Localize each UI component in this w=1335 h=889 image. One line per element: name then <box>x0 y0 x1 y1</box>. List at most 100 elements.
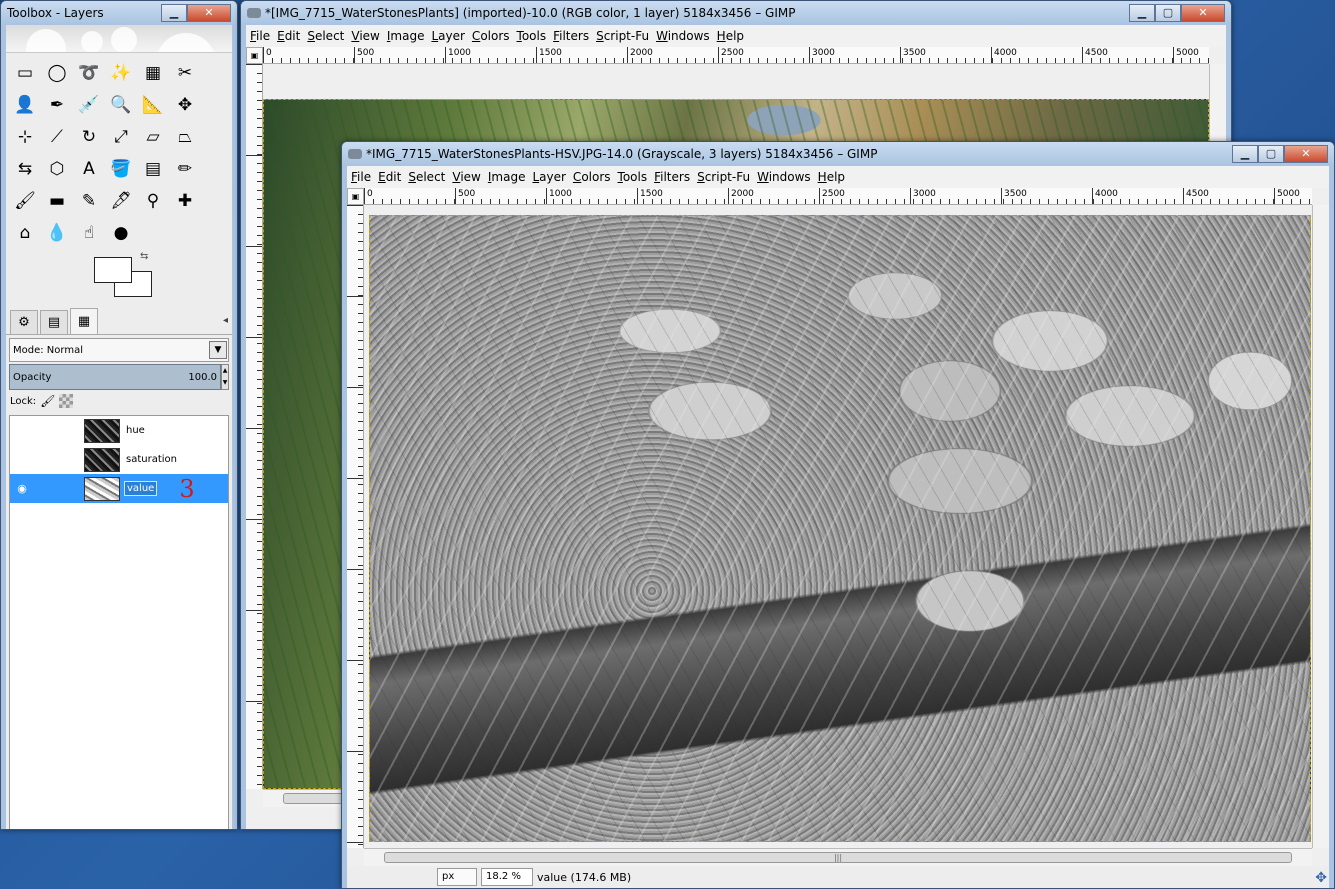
menu-filters[interactable]: Filters <box>553 29 589 43</box>
pencil-icon[interactable]: ✏ <box>169 153 201 185</box>
fuzzy-select-icon[interactable]: ✨ <box>105 57 137 89</box>
menu-select[interactable]: Select <box>307 29 344 43</box>
layer-row[interactable]: hue <box>10 416 228 445</box>
clone-icon[interactable]: ⚲ <box>137 185 169 217</box>
paths-icon[interactable]: ✒ <box>41 89 73 121</box>
menu-scriptfu[interactable]: Script-Fu <box>697 170 750 184</box>
perspective-icon[interactable]: ⏢ <box>169 121 201 153</box>
lock-pixels-icon[interactable]: 🖌 <box>40 394 55 408</box>
layer-name[interactable]: value <box>124 481 158 496</box>
layer-row[interactable]: saturation <box>10 445 228 474</box>
blend-icon[interactable]: ▤ <box>137 153 169 185</box>
tab-device-status[interactable]: ▤ <box>40 310 68 334</box>
menu-layer[interactable]: Layer <box>532 170 565 184</box>
rect-select-icon[interactable]: ▭ <box>9 57 41 89</box>
smudge-icon[interactable]: ☝ <box>73 217 105 249</box>
tab-layers[interactable]: ▦ <box>70 308 98 334</box>
select-by-color-icon[interactable]: ▦ <box>137 57 169 89</box>
flip-icon[interactable]: ⇆ <box>9 153 41 185</box>
align-icon[interactable]: ⊹ <box>9 121 41 153</box>
window1-titlebar[interactable]: *[IMG_7715_WaterStonesPlants] (imported)… <box>241 1 1231 25</box>
layer-name[interactable]: hue <box>124 424 147 437</box>
menu-help[interactable]: Help <box>717 29 744 43</box>
measure-icon[interactable]: 📐 <box>137 89 169 121</box>
tab-menu-icon[interactable]: ◂ <box>223 315 228 326</box>
color-picker-icon[interactable]: 💉 <box>73 89 105 121</box>
layer-name[interactable]: saturation <box>124 453 179 466</box>
menu-colors[interactable]: Colors <box>472 29 510 43</box>
menu-edit[interactable]: Edit <box>277 29 300 43</box>
minimize-button[interactable]: ▁ <box>161 4 187 22</box>
move-icon[interactable]: ✥ <box>169 89 201 121</box>
navigate-icon[interactable]: ✥ <box>1315 870 1327 886</box>
cage-transform-icon[interactable]: ⬡ <box>41 153 73 185</box>
menu-select[interactable]: Select <box>408 170 445 184</box>
menu-colors[interactable]: Colors <box>573 170 611 184</box>
heal-icon[interactable]: ✚ <box>169 185 201 217</box>
unit-select[interactable]: px <box>437 868 477 886</box>
airbrush-icon[interactable]: ✎ <box>73 185 105 217</box>
minimize-button[interactable]: ▁ <box>1232 145 1258 163</box>
horizontal-scrollbar[interactable]: ||| <box>364 848 1312 866</box>
quick-mask-corner-icon[interactable]: ▣ <box>246 47 263 64</box>
menu-edit[interactable]: Edit <box>378 170 401 184</box>
free-select-icon[interactable]: ➰ <box>73 57 105 89</box>
horizontal-ruler[interactable]: 0 500 1000 1500 2000 2500 3000 3500 4000 4500 5000 <box>263 47 1209 64</box>
paintbrush-icon[interactable]: 🖌 <box>9 185 41 217</box>
menu-image[interactable]: Image <box>387 29 425 43</box>
foreground-color-swatch[interactable] <box>94 257 132 283</box>
scale-icon[interactable]: ⤢ <box>105 121 137 153</box>
perspective-clone-icon[interactable]: ⌂ <box>9 217 41 249</box>
crop-icon[interactable]: ⟋ <box>41 121 73 153</box>
minimize-button[interactable]: ▁ <box>1129 4 1155 22</box>
toolbox-titlebar[interactable]: Toolbox - Layers ▁ ✕ <box>1 1 237 25</box>
vertical-ruler[interactable] <box>347 205 364 848</box>
menu-file[interactable]: File <box>250 29 270 43</box>
blur-icon[interactable]: 💧 <box>41 217 73 249</box>
text-icon[interactable]: A <box>73 153 105 185</box>
menu-tools[interactable]: Tools <box>618 170 648 184</box>
menu-view[interactable]: View <box>452 170 480 184</box>
chevron-down-icon[interactable]: ▼ <box>209 341 227 359</box>
scroll-thumb[interactable]: ||| <box>384 852 1292 863</box>
menu-tools[interactable]: Tools <box>517 29 547 43</box>
bucket-fill-icon[interactable]: 🪣 <box>105 153 137 185</box>
quick-mask-corner-icon[interactable]: ▣ <box>347 188 364 205</box>
mode-select[interactable]: Mode: Normal ▼ <box>9 338 229 362</box>
opacity-spinner[interactable]: ▲ ▼ <box>221 364 229 390</box>
menu-filters[interactable]: Filters <box>654 170 690 184</box>
swap-colors-icon[interactable]: ⇆ <box>140 251 148 262</box>
scissors-select-icon[interactable]: ✂ <box>169 57 201 89</box>
vertical-scrollbar[interactable] <box>1312 205 1329 848</box>
window2-titlebar[interactable]: *IMG_7715_WaterStonesPlants-HSV.JPG-14.0… <box>342 142 1334 166</box>
menu-windows[interactable]: Windows <box>656 29 710 43</box>
vertical-ruler[interactable] <box>246 64 263 789</box>
close-button[interactable]: ✕ <box>1284 145 1328 163</box>
menu-view[interactable]: View <box>351 29 379 43</box>
horizontal-ruler[interactable]: 0 500 1000 1500 2000 2500 3000 3500 4000 4500 5000 <box>364 188 1312 205</box>
ellipse-select-icon[interactable]: ◯ <box>41 57 73 89</box>
dodge-burn-icon[interactable]: ● <box>105 217 137 249</box>
shear-icon[interactable]: ▱ <box>137 121 169 153</box>
close-button[interactable]: ✕ <box>1181 4 1225 22</box>
ink-icon[interactable]: 🖋 <box>105 185 137 217</box>
menu-help[interactable]: Help <box>818 170 845 184</box>
tab-tool-options[interactable]: ⚙ <box>10 310 38 334</box>
maximize-button[interactable]: ▢ <box>1258 145 1284 163</box>
rotate-icon[interactable]: ↻ <box>73 121 105 153</box>
eraser-icon[interactable]: ▬ <box>41 185 73 217</box>
zoom-icon[interactable]: 🔍 <box>105 89 137 121</box>
visibility-eye-icon[interactable]: ◉ <box>10 482 34 495</box>
layer-row[interactable]: ◉ value 3 <box>10 474 228 503</box>
lock-alpha-icon[interactable] <box>59 394 74 408</box>
opacity-slider[interactable]: Opacity 100.0 <box>9 364 221 390</box>
menu-scriptfu[interactable]: Script-Fu <box>596 29 649 43</box>
zoom-select[interactable]: 18.2 % <box>481 868 533 886</box>
menu-file[interactable]: File <box>351 170 371 184</box>
maximize-button[interactable]: ▢ <box>1155 4 1181 22</box>
menu-layer[interactable]: Layer <box>431 29 464 43</box>
menu-image[interactable]: Image <box>488 170 526 184</box>
foreground-select-icon[interactable]: 👤 <box>9 89 41 121</box>
menu-windows[interactable]: Windows <box>757 170 811 184</box>
grayscale-photo-canvas[interactable] <box>369 215 1311 842</box>
